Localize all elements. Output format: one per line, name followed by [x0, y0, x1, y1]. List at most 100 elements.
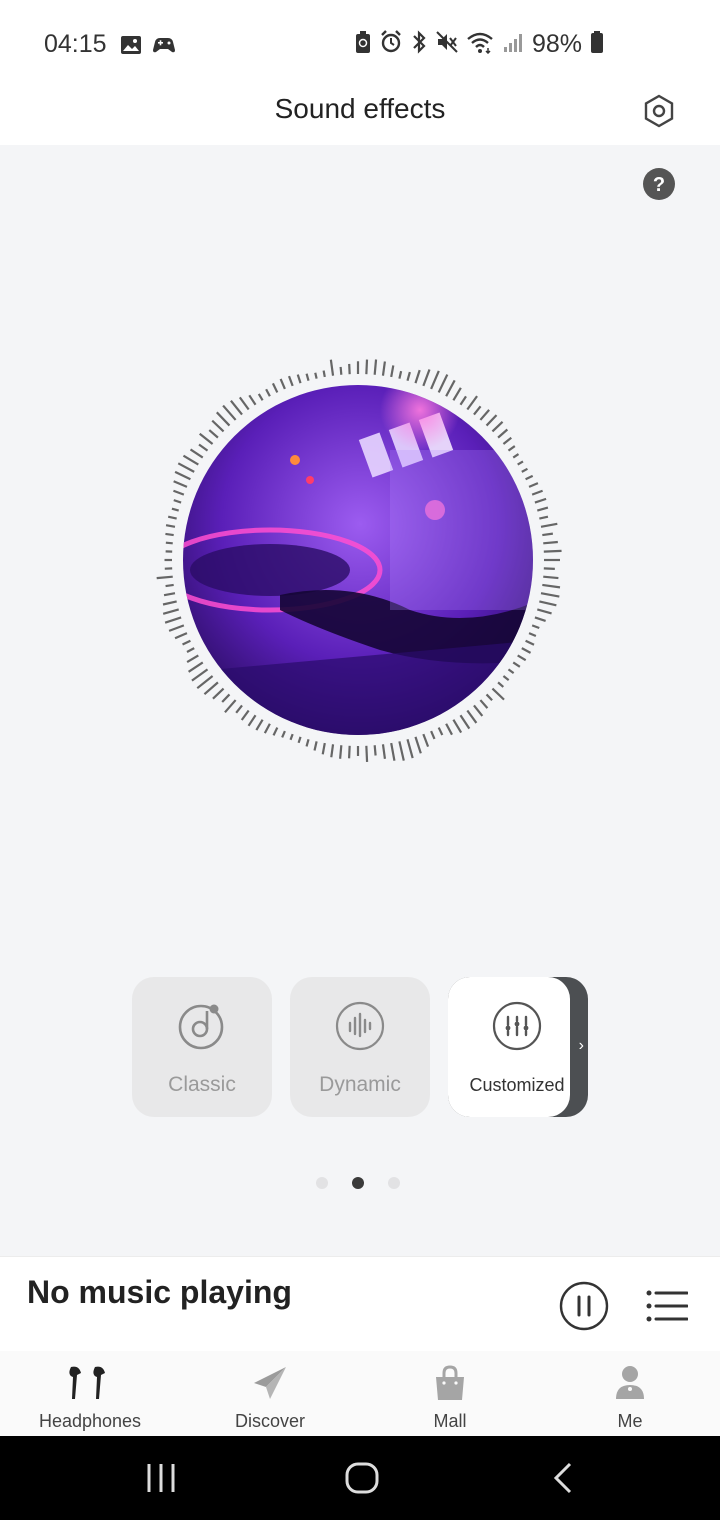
visualizer-bar: [517, 460, 524, 466]
visualizer-bar: [156, 575, 173, 580]
page-dot[interactable]: [316, 1177, 328, 1189]
earbuds-icon: [69, 1363, 110, 1403]
visualizer-bar: [525, 639, 535, 646]
music-note-icon: [177, 1001, 227, 1051]
nav-label-headphones: Headphones: [38, 1411, 142, 1431]
visualizer-bar: [381, 361, 386, 376]
home-icon[interactable]: [342, 1458, 382, 1498]
visualizer-bar: [534, 497, 547, 504]
page-indicator: [316, 1177, 400, 1189]
nav-item-headphones[interactable]: Headphones: [0, 1351, 180, 1436]
visualizer-bar: [235, 704, 243, 714]
visualizer-bar: [491, 687, 505, 701]
sound-mode-selector: Classic Dynamic Customized ›: [132, 977, 592, 1117]
mode-card-dynamic[interactable]: Dynamic: [290, 977, 430, 1117]
visualizer-bar: [373, 745, 377, 756]
visualizer-bar: [187, 661, 204, 673]
nav-item-me[interactable]: Me: [540, 1351, 720, 1436]
visualizer-bar: [422, 369, 431, 387]
visualizer-bar: [398, 741, 405, 761]
wifi-icon: [466, 30, 494, 59]
visualizer-bar: [174, 470, 191, 481]
visualizer-bar: [314, 372, 318, 379]
visualizer-bar: [534, 616, 546, 623]
visualizer-bar: [406, 371, 411, 381]
visualizer-bar: [289, 733, 294, 741]
visualizer-bar: [452, 387, 462, 401]
mode-card-classic[interactable]: Classic: [132, 977, 272, 1117]
visualizer-bar: [167, 515, 177, 520]
visualizer-bar: [281, 730, 286, 738]
visualizer-bar: [485, 414, 498, 427]
playlist-icon[interactable]: [646, 1289, 689, 1323]
visualizer-bar: [305, 739, 310, 747]
visualizer-bar: [248, 394, 257, 406]
visualizer-bar: [182, 454, 199, 466]
visualizer-bar: [165, 541, 173, 545]
mode-card-customized[interactable]: Customized ›: [448, 977, 588, 1117]
page-dot[interactable]: [388, 1177, 400, 1189]
visualizer-bar: [163, 592, 176, 597]
shopping-bag-icon: [430, 1363, 470, 1403]
visualizer-bar: [347, 745, 351, 759]
visualizer-bar: [171, 507, 179, 512]
gallery-icon: [120, 34, 142, 61]
chevron-right-icon[interactable]: ›: [579, 1037, 584, 1055]
visualizer-bar: [279, 378, 286, 390]
page-title: Sound effects: [274, 93, 446, 124]
back-icon[interactable]: [544, 1458, 584, 1498]
visualizer-bar: [537, 506, 549, 512]
visualizer-bar: [466, 395, 478, 411]
visualizer-bar: [390, 365, 395, 378]
visualizer-bar: [542, 532, 554, 537]
visualizer-bar: [339, 366, 343, 375]
pause-icon[interactable]: [559, 1281, 609, 1331]
visualizer-bar: [517, 654, 527, 662]
visualizer-bar: [255, 719, 264, 731]
sound-visualizer: [150, 340, 590, 790]
visualizer-bar: [224, 699, 237, 714]
help-icon[interactable]: ?: [642, 167, 676, 201]
visualizer-bar: [528, 482, 539, 488]
visualizer-bar: [230, 399, 243, 416]
visualizer-bar: [271, 382, 279, 393]
settings-icon[interactable]: [642, 94, 676, 128]
visualizer-bar: [445, 723, 453, 736]
svg-text:?: ?: [653, 174, 665, 196]
now-playing-bar[interactable]: No music playing: [0, 1256, 720, 1352]
visualizer-bar: [186, 647, 195, 653]
visualizer-bar: [329, 359, 335, 376]
now-playing-title: No music playing: [27, 1274, 292, 1310]
recent-apps-icon[interactable]: [141, 1458, 181, 1498]
signal-icon: [502, 31, 524, 58]
visualizer-bar: [452, 719, 463, 734]
visualizer-bar: [537, 608, 552, 615]
visualizer-bar: [164, 616, 182, 624]
visualizer-bar: [414, 369, 421, 384]
visualizer-bar: [173, 489, 185, 496]
visualizer-bar: [196, 675, 214, 690]
visualizer-bar: [221, 693, 231, 703]
app-header: Sound effects: [0, 90, 720, 145]
visualizer-bar: [430, 370, 440, 390]
visualizer-bar: [540, 522, 558, 528]
visualizer-bar: [381, 744, 387, 759]
visualizer-bar: [398, 370, 403, 379]
visualizer-bar: [203, 681, 219, 695]
visualizer-bar: [247, 714, 257, 727]
nav-item-discover[interactable]: Discover: [180, 1351, 360, 1436]
page-dot-active[interactable]: [352, 1177, 364, 1189]
visualizer-bar: [330, 744, 335, 758]
visualizer-bar: [173, 480, 188, 488]
alarm-icon: [380, 30, 402, 59]
visualizer-bar: [473, 405, 482, 416]
equalizer-icon: [492, 1001, 542, 1051]
visualizer-bar: [305, 373, 310, 381]
nav-item-mall[interactable]: Mall: [360, 1351, 540, 1436]
visualizer-bar: [437, 727, 444, 736]
visualizer-bar: [390, 742, 396, 761]
system-navigation-bar: [0, 1436, 720, 1520]
visualizer-bar: [191, 668, 209, 682]
visualizer-bar: [199, 432, 214, 445]
visualizer-bar: [539, 600, 557, 607]
